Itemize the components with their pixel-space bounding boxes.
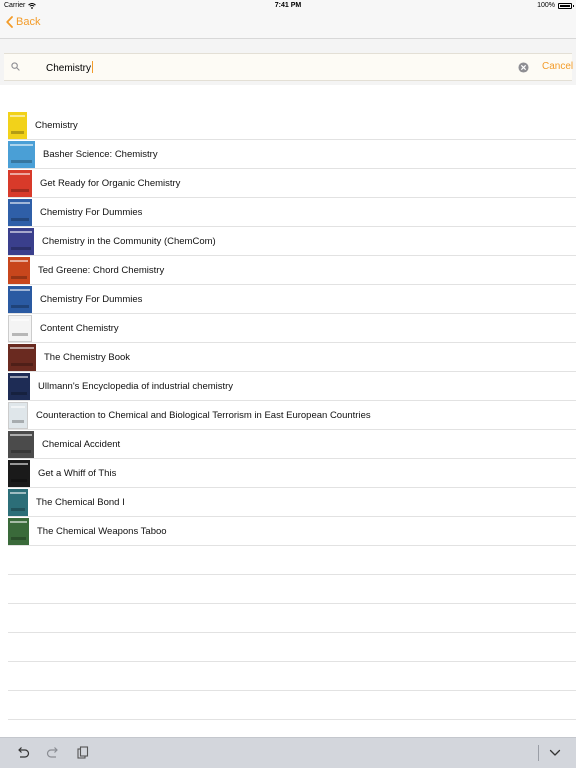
search-screen: Carrier 7:41 PM 100% Back Chemistry Canc…	[0, 0, 576, 768]
result-title: The Chemical Bond I	[36, 497, 125, 508]
empty-list-row	[8, 633, 576, 662]
toolbar-divider	[538, 745, 539, 761]
empty-list-row	[8, 662, 576, 691]
undo-icon[interactable]	[16, 746, 30, 760]
result-row[interactable]: The Chemistry Book	[8, 343, 576, 372]
book-cover-image	[8, 257, 30, 284]
cancel-button[interactable]: Cancel	[542, 61, 573, 72]
book-cover-image	[8, 199, 32, 226]
book-cover-image	[8, 170, 32, 197]
result-title: Chemistry For Dummies	[40, 294, 143, 305]
book-cover-image	[8, 286, 32, 313]
redo-icon[interactable]	[46, 746, 60, 760]
result-title: Get Ready for Organic Chemistry	[40, 178, 181, 189]
result-title: Content Chemistry	[40, 323, 119, 334]
result-title: Chemical Accident	[42, 439, 121, 450]
result-row[interactable]: Ullmann's Encyclopedia of industrial che…	[8, 372, 576, 401]
result-row[interactable]: Chemistry For Dummies	[8, 285, 576, 314]
empty-list-row	[8, 691, 576, 720]
result-row[interactable]: Chemistry	[8, 111, 576, 140]
result-row[interactable]: Get a Whiff of This	[8, 459, 576, 488]
result-row[interactable]: Basher Science: Chemistry	[8, 140, 576, 169]
book-cover-image	[8, 518, 29, 545]
result-row[interactable]: Chemistry For Dummies	[8, 198, 576, 227]
empty-list-row	[8, 604, 576, 633]
result-title: The Chemistry Book	[44, 352, 131, 363]
book-cover-image	[8, 489, 28, 516]
result-row[interactable]: Chemistry in the Community (ChemCom)	[8, 227, 576, 256]
result-row[interactable]: Chemical Accident	[8, 430, 576, 459]
book-cover-image	[8, 460, 30, 487]
book-cover-image	[8, 141, 35, 168]
results-spacer	[0, 85, 576, 111]
result-title: The Chemical Weapons Taboo	[37, 526, 167, 537]
search-query-text: Chemistry	[46, 61, 94, 74]
search-area: Chemistry Cancel	[0, 39, 576, 85]
back-label: Back	[16, 16, 41, 28]
empty-rows	[0, 546, 576, 720]
status-time: 7:41 PM	[274, 2, 302, 9]
book-cover-image	[8, 402, 28, 429]
search-query: Chemistry	[46, 63, 92, 74]
battery-indicator: 100%	[537, 2, 574, 9]
result-title: Ullmann's Encyclopedia of industrial che…	[38, 381, 234, 392]
result-title: Ted Greene: Chord Chemistry	[38, 265, 165, 276]
battery-percent: 100%	[537, 2, 555, 9]
text-cursor	[92, 61, 94, 73]
book-cover-image	[8, 315, 32, 342]
book-cover-image	[8, 431, 34, 458]
status-bar: Carrier 7:41 PM 100%	[0, 0, 576, 12]
result-title: Chemistry For Dummies	[40, 207, 143, 218]
book-cover-image	[8, 228, 34, 255]
chevron-left-icon	[6, 16, 13, 28]
result-row[interactable]: Ted Greene: Chord Chemistry	[8, 256, 576, 285]
search-input[interactable]: Chemistry Cancel	[4, 53, 573, 81]
dismiss-keyboard-icon[interactable]	[549, 748, 561, 758]
paste-icon[interactable]	[77, 746, 89, 760]
result-title: Chemistry in the Community (ChemCom)	[42, 236, 216, 247]
result-title: Chemistry	[35, 120, 78, 131]
result-title: Basher Science: Chemistry	[43, 149, 158, 160]
result-row[interactable]: Content Chemistry	[8, 314, 576, 343]
result-row[interactable]: The Chemical Bond I	[8, 488, 576, 517]
result-row[interactable]: The Chemical Weapons Taboo	[8, 517, 576, 546]
keyboard-toolbar	[0, 737, 576, 768]
result-row[interactable]: Counteraction to Chemical and Biological…	[8, 401, 576, 430]
book-cover-image	[8, 112, 27, 139]
clear-text-icon[interactable]	[518, 62, 529, 73]
result-title: Get a Whiff of This	[38, 468, 117, 479]
back-button[interactable]: Back	[6, 16, 40, 28]
navigation-bar: Back	[0, 12, 576, 39]
search-results-list: Chemistry Basher Science: Chemistry Get Re…	[0, 85, 576, 720]
book-cover-image	[8, 344, 36, 371]
book-cover-image	[8, 373, 30, 400]
result-row[interactable]: Get Ready for Organic Chemistry	[8, 169, 576, 198]
empty-list-row	[8, 546, 576, 575]
empty-list-row	[8, 575, 576, 604]
results-rows: Chemistry Basher Science: Chemistry Get Re…	[0, 111, 576, 546]
battery-icon	[558, 2, 574, 9]
result-title: Counteraction to Chemical and Biological…	[36, 410, 371, 421]
search-icon	[11, 62, 20, 71]
